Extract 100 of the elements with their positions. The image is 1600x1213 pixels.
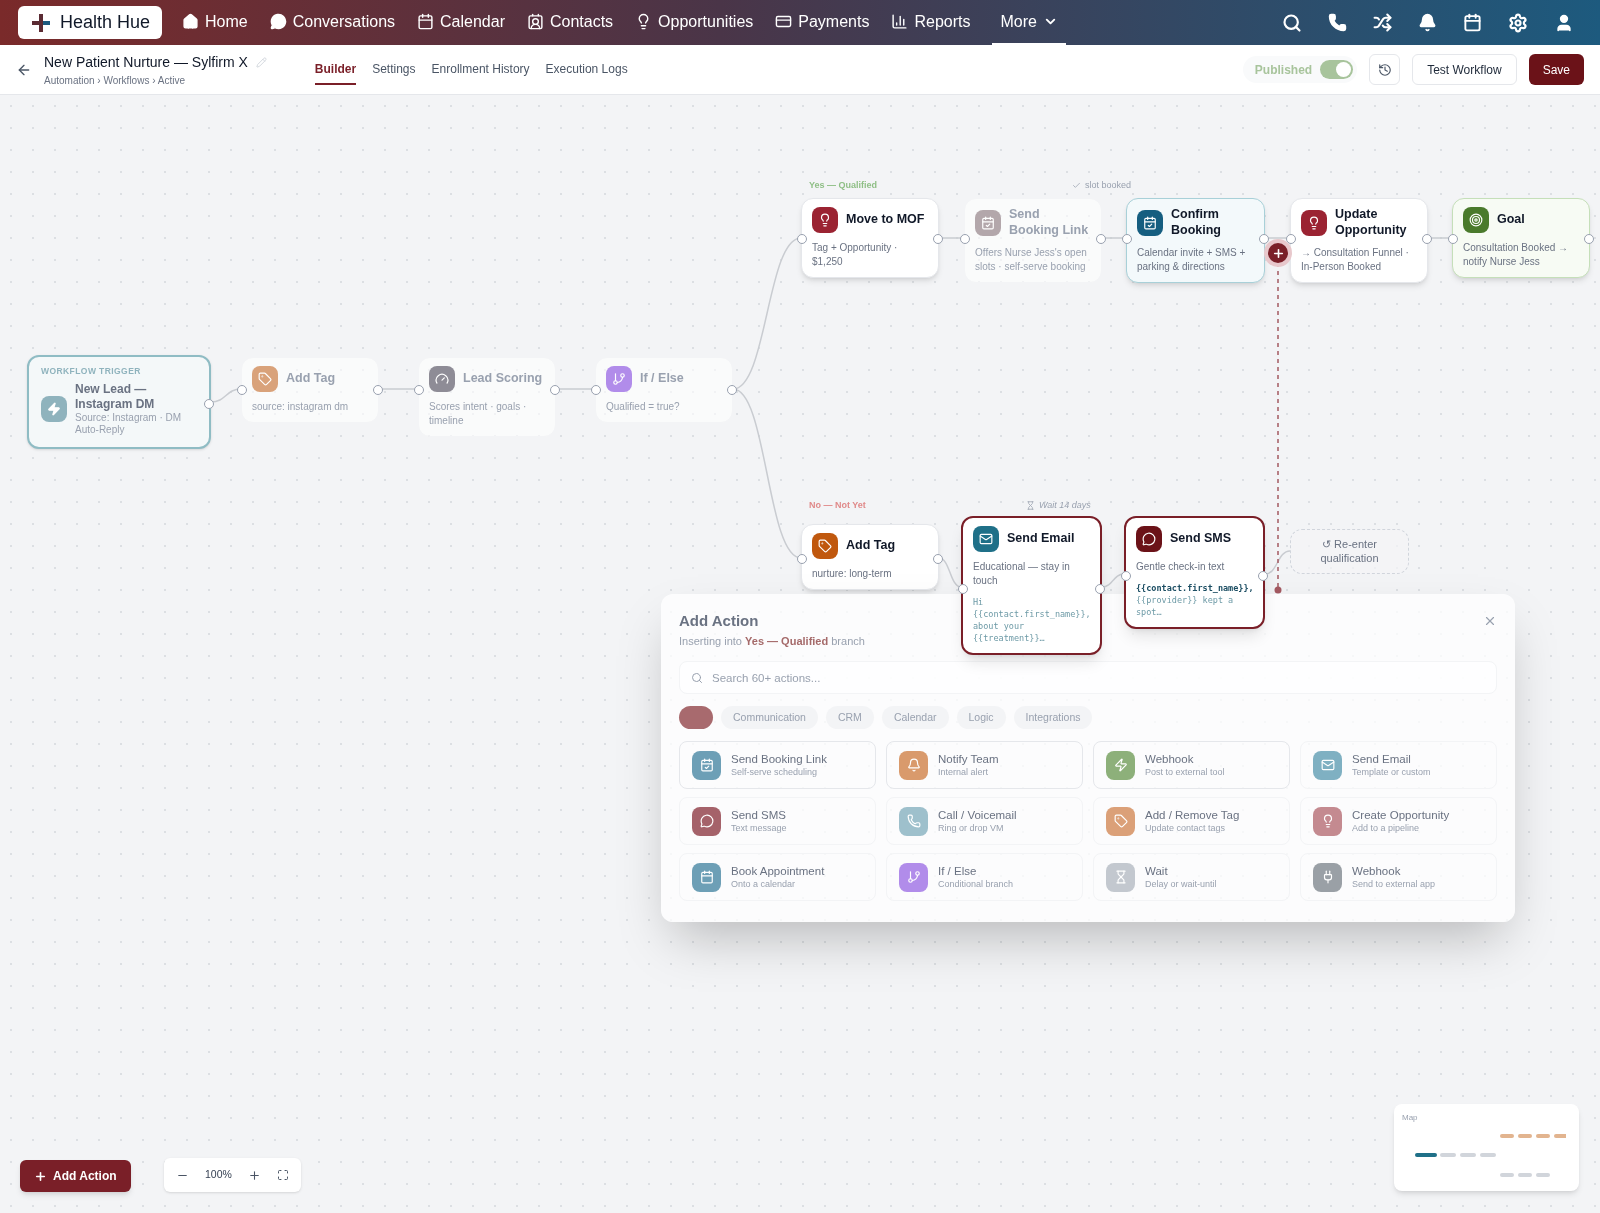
action-option[interactable]: Add / Remove Tag Update contact tags (1093, 797, 1290, 845)
port-handle[interactable] (204, 399, 214, 409)
fit-screen-icon[interactable] (276, 1169, 289, 1181)
action-option[interactable]: Notify Team Internal alert (886, 741, 1083, 789)
gauge-icon (435, 372, 449, 386)
nav-link[interactable]: Opportunities (635, 0, 754, 45)
history-button[interactable] (1369, 54, 1401, 85)
action-subtitle: Internal alert (938, 766, 990, 778)
settings-icon[interactable] (1508, 12, 1528, 33)
port-handle[interactable] (958, 584, 968, 594)
pencil-icon[interactable] (255, 56, 267, 68)
node-subtitle: Source: Instagram · DM Auto-Reply (75, 411, 183, 437)
action-option[interactable]: Send Booking Link Self-serve scheduling (679, 741, 876, 789)
action-subtitle: Template or custom (1352, 766, 1431, 778)
node-subtitle: Educational — stay in touch (973, 560, 1071, 588)
port-handle[interactable] (727, 385, 737, 395)
action-option[interactable]: Call / Voicemail Ring or drop VM (886, 797, 1083, 845)
action-option[interactable]: Webhook Post to external tool (1093, 741, 1290, 789)
lightning-icon (47, 402, 61, 417)
tab[interactable]: Builder (314, 54, 357, 85)
port-handle[interactable] (1448, 234, 1458, 244)
action-subtitle: Delay or wait-until (1145, 878, 1217, 890)
port-handle[interactable] (414, 385, 424, 395)
port-handle[interactable] (1422, 234, 1432, 244)
port-handle[interactable] (1286, 234, 1296, 244)
action-subtitle: Send to external app (1352, 878, 1436, 890)
node-title: Confirm Booking (1171, 207, 1222, 239)
chat-bubble-icon (1142, 532, 1156, 546)
node-subtitle: nurture: long-term (812, 567, 893, 581)
port-handle[interactable] (960, 234, 970, 244)
save-button[interactable]: Save (1528, 54, 1584, 85)
node-title: Send Email (1007, 531, 1075, 547)
port-handle[interactable] (1121, 571, 1131, 581)
port-handle[interactable] (550, 385, 560, 395)
search-icon[interactable] (1282, 12, 1302, 33)
port-handle[interactable] (933, 234, 943, 244)
node-title: Goal (1497, 212, 1525, 228)
nav-link[interactable]: Home (182, 0, 248, 45)
filter-chip[interactable] (679, 706, 713, 729)
add-action-button[interactable]: Add Action (20, 1160, 131, 1192)
action-option[interactable]: If / Else Conditional branch (886, 853, 1083, 901)
brand-name: Health Hue (60, 11, 151, 34)
tab[interactable]: Execution Logs (545, 54, 628, 85)
edge-note: Wait 14 days (1039, 499, 1091, 512)
workflow-node[interactable]: Send SMS Gentle check-in text {{contact.first_name}}, {{provider}} kept a spot… (1124, 516, 1265, 629)
search-field[interactable]: Search 60+ actions... (679, 661, 1497, 694)
tab[interactable]: Enrollment History (431, 54, 530, 85)
port-handle[interactable] (797, 234, 807, 244)
insert-step-button[interactable] (1268, 243, 1288, 263)
brand-logo[interactable]: Health Hue (18, 6, 163, 39)
trigger-node[interactable]: WORKFLOW TRIGGER New Lead — Instagram DM Source: Instagram · DM Auto-Reply (27, 355, 211, 449)
port-handle[interactable] (1122, 234, 1132, 244)
phone-icon[interactable] (1328, 13, 1347, 32)
port-handle[interactable] (933, 554, 943, 564)
zoom-in-icon[interactable] (247, 1168, 261, 1182)
action-option[interactable]: Webhook Send to external app (1300, 853, 1497, 901)
action-title: Webhook (1352, 864, 1402, 879)
port-handle[interactable] (591, 385, 601, 395)
calendar-icon (699, 870, 714, 884)
node-title: Add Tag (846, 538, 896, 554)
envelope-icon (1320, 758, 1335, 772)
zoom-level: 100% (204, 1167, 233, 1183)
shuffle-icon[interactable] (1373, 13, 1392, 32)
workflow-node[interactable]: Send Email Educational — stay in touch Hi {{contact.first_name}}, about your {{treatment}}… (961, 516, 1102, 655)
node-subtitle: Offers Nurse Jess's open slots · self-serve booking (975, 246, 1088, 274)
test-workflow-button[interactable]: Test Workflow (1412, 54, 1517, 85)
port-handle[interactable] (1258, 571, 1268, 581)
node-title: Send Booking Link (1009, 207, 1090, 239)
port-handle[interactable] (237, 385, 247, 395)
node-subtitle: Scores intent · goals · timeline (429, 400, 528, 428)
port-handle[interactable] (1584, 234, 1594, 244)
action-subtitle: Ring or drop VM (938, 822, 1005, 834)
bell-icon[interactable] (1418, 13, 1437, 32)
port-handle[interactable] (797, 554, 807, 564)
user-icon[interactable] (1554, 12, 1574, 33)
nav-link[interactable]: Conversations (269, 0, 396, 45)
calendar-icon[interactable] (1463, 13, 1482, 32)
action-option[interactable]: Send Email Template or custom (1300, 741, 1497, 789)
port-handle[interactable] (1095, 584, 1105, 594)
action-option[interactable]: Wait Delay or wait-until (1093, 853, 1290, 901)
port-handle[interactable] (1259, 234, 1269, 244)
nav-link[interactable]: Contacts (526, 0, 614, 45)
action-title: Create Opportunity (1352, 808, 1450, 823)
lightbulb-icon (818, 213, 832, 227)
nav-link[interactable]: Calendar (417, 0, 505, 45)
nav-link[interactable]: Payments (775, 0, 870, 45)
tab[interactable]: Settings (372, 54, 416, 85)
chat-bubble-icon (699, 814, 714, 828)
toggle-switch[interactable] (1320, 60, 1354, 79)
action-option[interactable]: Send SMS Text message (679, 797, 876, 845)
action-option[interactable]: Book Appointment Onto a calendar (679, 853, 876, 901)
workflow-title: New Patient Nurture — Sylfirm X (44, 52, 248, 72)
node-title: New Lead — Instagram DM (75, 381, 156, 412)
port-handle[interactable] (373, 385, 383, 395)
nav-link[interactable]: Reports (891, 0, 971, 45)
re-enter-node[interactable]: ↺ Re-enter qualification (1290, 529, 1409, 574)
close-icon[interactable] (1483, 614, 1497, 628)
port-handle[interactable] (1096, 234, 1106, 244)
action-option[interactable]: Create Opportunity Add to a pipeline (1300, 797, 1497, 845)
hourglass-icon (1113, 870, 1128, 884)
